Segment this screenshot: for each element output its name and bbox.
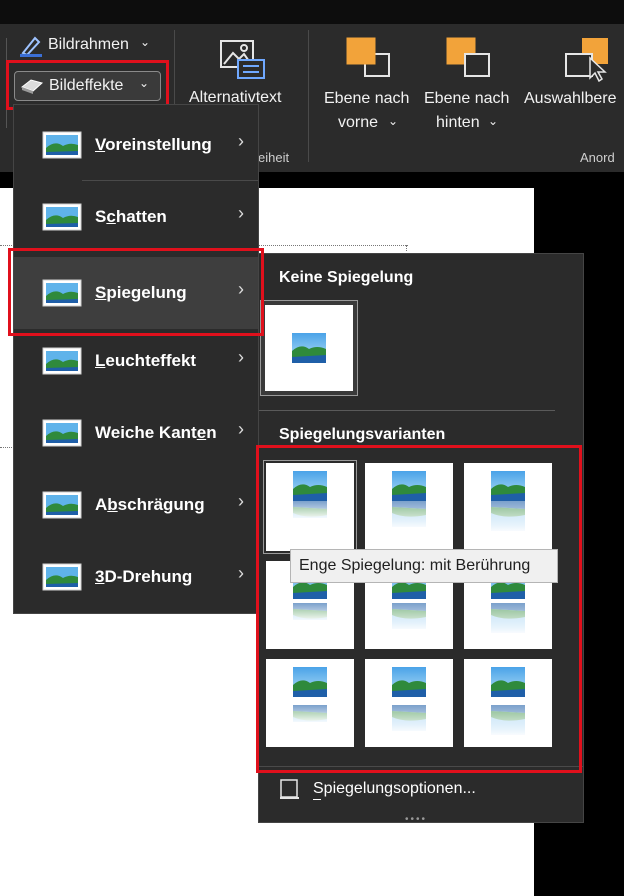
accessibility-group-label: eiheit (258, 150, 290, 165)
title-bar-strip (0, 0, 624, 24)
menu-item-preset[interactable]: Voreinstellung › (14, 113, 258, 177)
chevron-right-icon: › (238, 491, 244, 511)
ribbon-left-stub (0, 38, 7, 128)
picture-effects-icon (20, 79, 44, 94)
glow-effect-icon (42, 347, 82, 375)
picture-border-button[interactable]: Bildrahmen ⌄ (16, 34, 166, 60)
label-part: oreinstellung (105, 135, 212, 154)
menu-item-soft-edges[interactable]: Weiche Kanten › (14, 401, 258, 465)
alt-text-icon (220, 40, 265, 79)
send-backward-icon (446, 37, 490, 77)
reflection-variant-option[interactable] (365, 659, 453, 747)
send-backward-label-1: Ebene nach (424, 90, 510, 107)
access-key: c (106, 207, 116, 226)
reflected-landscape-icon (291, 667, 329, 724)
menu-item-label: Abschrägung (95, 495, 205, 515)
access-key: e (196, 423, 207, 442)
selection-pane-button[interactable]: Auswahlbere (522, 34, 624, 114)
access-key: b (107, 495, 118, 514)
picture-effects-label: Bildeffekte (49, 77, 124, 94)
reflection-effect-icon (42, 279, 82, 307)
reflected-landscape-icon (390, 667, 428, 733)
menu-item-label: Spiegelung (95, 283, 187, 303)
label-part: hatten (115, 207, 167, 226)
bevel-effect-icon (42, 491, 82, 519)
access-key: L (95, 351, 106, 370)
reflection-variant-option[interactable] (464, 463, 552, 551)
label-part: D-Drehung (104, 567, 193, 586)
soft-edges-effect-icon (42, 419, 82, 447)
chevron-right-icon: › (238, 563, 244, 583)
picture-border-label: Bildrahmen (48, 36, 129, 53)
picture-border-icon (20, 36, 42, 57)
reflection-submenu: Keine Spiegelung Spiegelungsvarianten Sp… (258, 253, 585, 825)
reflection-variant-option[interactable] (365, 463, 453, 551)
menu-item-label: Schatten (95, 207, 167, 227)
bring-forward-label-2: vorne (338, 114, 379, 131)
menu-item-3d-rotation[interactable]: 3D-Drehung › (14, 545, 258, 609)
tooltip-text: Enge Spiegelung: mit Berührung (299, 557, 531, 574)
menu-item-label: Weiche Kanten (95, 423, 217, 443)
reflection-variant-option[interactable] (464, 659, 552, 747)
label-part: S (95, 207, 107, 226)
label-part: n (206, 423, 217, 442)
preset-effect-icon (42, 131, 82, 159)
picture-frame-edge (406, 245, 407, 251)
menu-item-glow[interactable]: Leuchteffekt › (14, 329, 258, 393)
chevron-right-icon: › (238, 347, 244, 367)
label-part: A (95, 495, 108, 514)
ribbon-separator (308, 30, 309, 162)
label-part: Weiche Kant (95, 423, 197, 442)
tooltip: Enge Spiegelung: mit Berührung (290, 549, 558, 583)
reflection-variants-grid (259, 254, 585, 824)
chevron-down-icon: ⌄ (488, 114, 499, 128)
access-key: S (95, 283, 107, 302)
selection-pane-icon (565, 38, 608, 82)
label-part: piegelung (106, 283, 187, 302)
reflected-landscape-icon (489, 471, 527, 533)
menu-item-label: 3D-Drehung (95, 567, 192, 587)
send-backward-label-2: hinten (436, 114, 480, 131)
bring-forward-button[interactable]: Ebene nach vorne ⌄ (318, 34, 420, 134)
menu-item-reflection[interactable]: Spiegelung › (14, 257, 258, 329)
reflected-landscape-icon (489, 667, 527, 737)
reflection-variant-option[interactable] (266, 659, 354, 747)
access-key: V (95, 135, 106, 154)
label-part: euchteffekt (105, 351, 197, 370)
picture-effects-button[interactable]: Bildeffekte ⌄ (14, 71, 161, 101)
alt-text-button[interactable]: Alternativtext (184, 36, 300, 110)
reflected-landscape-icon (390, 471, 428, 529)
label-part: schrägung (117, 495, 205, 514)
resize-grip-icon[interactable]: •••• (405, 814, 427, 825)
chevron-down-icon: ⌄ (140, 35, 151, 49)
bring-forward-icon (346, 37, 390, 77)
arrange-group-label: Anord (580, 150, 615, 165)
menu-separator (82, 180, 258, 181)
reflection-variant-option[interactable] (263, 460, 357, 554)
chevron-right-icon: › (238, 279, 244, 299)
selection-pane-label: Auswahlbere (524, 90, 617, 107)
chevron-right-icon: › (238, 131, 244, 151)
shadow-effect-icon (42, 203, 82, 231)
menu-item-label: Voreinstellung (95, 135, 212, 155)
chevron-right-icon: › (238, 419, 244, 439)
menu-separator (259, 766, 583, 767)
menu-item-shadow[interactable]: Schatten › (14, 185, 258, 249)
reflection-options-label: Spiegelungsoptionen... (313, 780, 476, 797)
3d-rotation-effect-icon (42, 563, 82, 591)
reflection-options-item[interactable]: Spiegelungsoptionen... (313, 778, 553, 802)
chevron-down-icon: ⌄ (139, 76, 150, 90)
chevron-right-icon: › (238, 203, 244, 223)
send-backward-button[interactable]: Ebene nach hinten ⌄ (420, 34, 522, 134)
access-key-underline (313, 799, 321, 800)
menu-item-label: Leuchteffekt (95, 351, 196, 371)
chevron-down-icon: ⌄ (388, 114, 399, 128)
menu-item-bevel[interactable]: Abschrägung › (14, 473, 258, 537)
reflected-landscape-icon (291, 471, 329, 520)
bring-forward-label-1: Ebene nach (324, 90, 410, 107)
reflection-options-icon (280, 779, 299, 799)
